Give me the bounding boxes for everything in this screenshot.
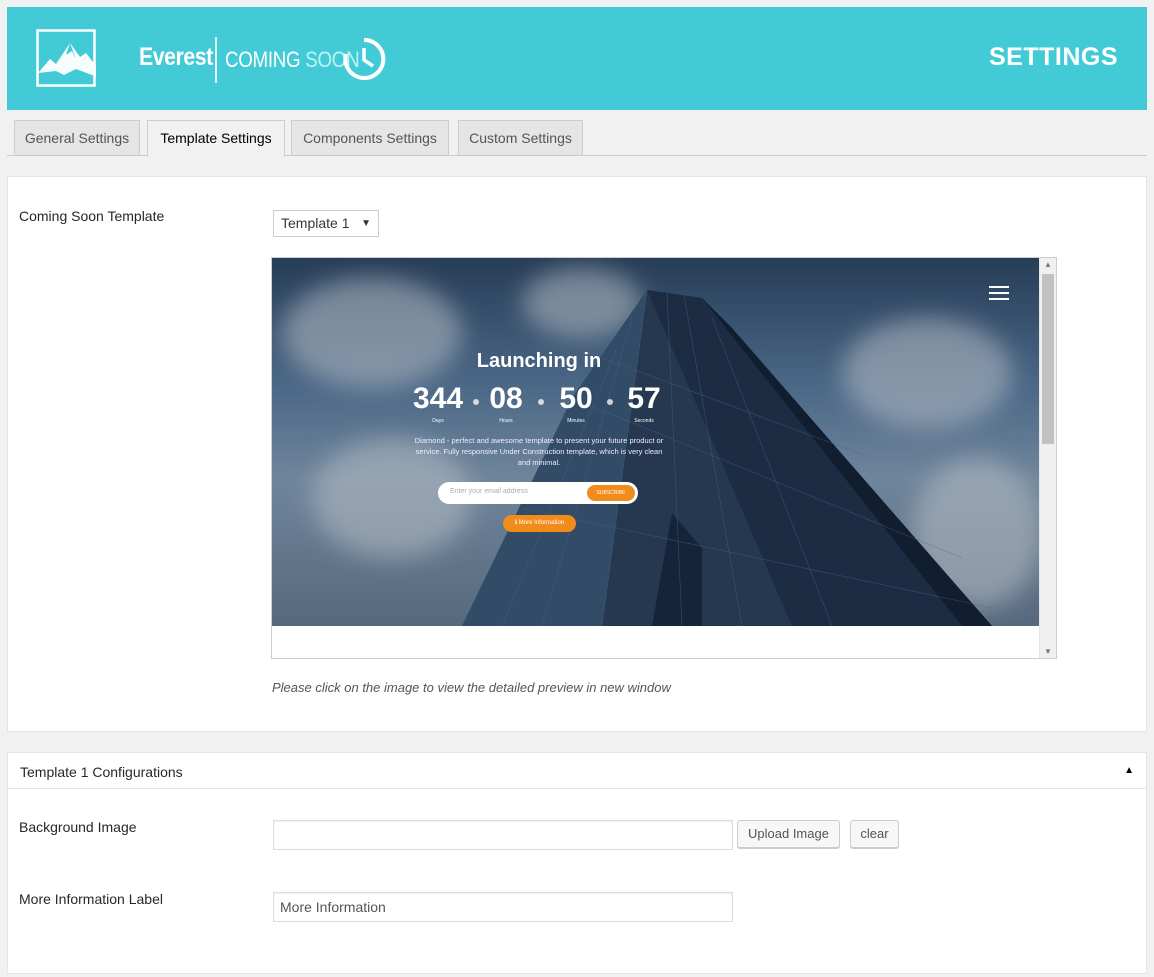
brand-name: Everest (139, 43, 213, 71)
preview-scrollbar[interactable]: ▲ ▼ (1039, 258, 1056, 658)
background-image-label: Background Image (19, 819, 137, 835)
config-panel-header[interactable]: Template 1 Configurations ▲ (8, 753, 1146, 789)
countdown-hours-label: Hours (499, 418, 513, 424)
countdown-seconds-label: Seconds (634, 418, 654, 424)
caret-up-icon[interactable]: ▲ (1124, 765, 1134, 776)
template-config-panel: Template 1 Configurations ▲ Background I… (7, 752, 1147, 974)
more-information-label: More Information Label (19, 891, 163, 907)
preview-subscribe-button: SUBSCRIBE (587, 485, 635, 501)
countdown-separator (473, 399, 479, 405)
countdown-seconds-value: 57 (627, 382, 661, 415)
template-panel: Coming Soon Template Template 1 ▼ Launch… (7, 176, 1147, 732)
tab-general-settings[interactable]: General Settings (14, 120, 140, 156)
template-select[interactable]: Template 1 ▼ (273, 210, 379, 237)
tab-components-settings[interactable]: Components Settings (291, 120, 449, 156)
more-information-input[interactable]: More Information (273, 892, 733, 922)
header-banner: Everest COMING SOON SETTINGS (7, 7, 1147, 110)
scroll-down-icon[interactable]: ▼ (1044, 647, 1052, 656)
logo-separator (215, 37, 217, 83)
preview-caption: Please click on the image to view the de… (272, 680, 671, 695)
countdown: 344 Days 08 Hours 50 Minutes 57 Seconds (406, 382, 672, 424)
product-name: COMING SOON (225, 47, 360, 73)
clock-icon (343, 37, 386, 80)
countdown-separator (607, 399, 613, 405)
countdown-minutes-label: Minutes (567, 418, 585, 424)
preview-email-placeholder: Enter your email address (450, 488, 528, 495)
hamburger-menu-icon (989, 286, 1009, 304)
preview-more-info-button: ℹ More Information (503, 515, 576, 532)
clear-button[interactable]: clear (850, 820, 899, 848)
everest-mountain-logo-icon (36, 29, 96, 87)
dropdown-arrow-icon: ▼ (361, 218, 371, 229)
preview-more-info-label: More Information (518, 520, 565, 526)
countdown-days-label: Days (432, 418, 444, 424)
upload-image-button[interactable]: Upload Image (737, 820, 840, 848)
page-title: SETTINGS (988, 43, 1118, 71)
settings-tabs: General Settings Template Settings Compo… (7, 120, 1147, 157)
template-preview-image[interactable]: Launching in 344 Days 08 Hours 50 Minute… (272, 258, 1039, 626)
template-preview-frame[interactable]: Launching in 344 Days 08 Hours 50 Minute… (271, 257, 1057, 659)
scrollbar-thumb[interactable] (1042, 274, 1054, 444)
countdown-days-value: 344 (412, 382, 464, 415)
preview-email-bar: Enter your email address SUBSCRIBE (438, 482, 638, 504)
countdown-separator (538, 399, 544, 405)
launch-title: Launching in (476, 350, 602, 372)
product-name-part-1: COMING (225, 47, 306, 72)
launch-description: Diamond - perfect and awesome template t… (414, 436, 664, 467)
countdown-minutes-value: 50 (559, 382, 593, 415)
countdown-hours-value: 08 (489, 382, 523, 415)
scroll-up-icon[interactable]: ▲ (1044, 260, 1052, 269)
coming-soon-template-label: Coming Soon Template (19, 208, 165, 224)
config-panel-title: Template 1 Configurations (20, 764, 183, 780)
template-select-value: Template 1 (281, 215, 350, 231)
tab-template-settings[interactable]: Template Settings (147, 120, 285, 157)
tab-custom-settings[interactable]: Custom Settings (458, 120, 583, 156)
background-image-input[interactable] (273, 820, 733, 850)
